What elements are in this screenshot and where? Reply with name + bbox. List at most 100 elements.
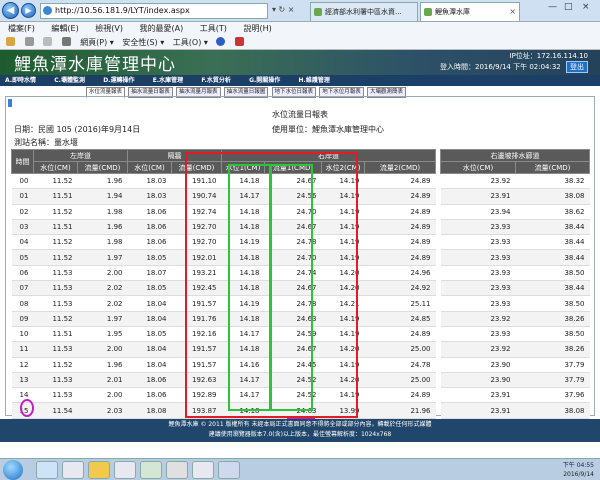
table-row: 00 11.52 1.96 18.03 191.10 14.18 24.67 14.19 24.… — [11, 173, 436, 190]
value-cell: 18.04 — [127, 341, 172, 358]
value-cell: 1.98 — [77, 204, 128, 220]
value-cell: 14.19 — [321, 204, 365, 220]
value-cell: 24.63 — [264, 402, 322, 419]
table-row: 23.93 38.44 — [440, 219, 590, 236]
tab-liyutan[interactable]: 鯉魚潭水庫 × — [420, 2, 520, 21]
report-date: 日期：民國 105 (2016)年9月14日 — [14, 125, 141, 134]
menu-favorites[interactable]: 我的最愛(A) — [140, 24, 184, 33]
table-row: 23.90 37.79 — [440, 372, 590, 389]
print-icon[interactable] — [61, 37, 72, 47]
value-cell: 24.74 — [264, 265, 322, 282]
hour-cell: 14 — [11, 387, 34, 404]
ie-taskbar-icon[interactable] — [36, 461, 58, 479]
menu-view[interactable]: 檢視(V) — [95, 24, 123, 33]
page-menu[interactable]: 網頁(P) ▾ — [80, 38, 114, 47]
logout-button[interactable]: 登出 — [566, 61, 588, 73]
back-button[interactable]: ◀ — [2, 2, 19, 19]
close-button[interactable]: × — [582, 2, 590, 12]
scroll-marker[interactable] — [8, 99, 12, 107]
app-taskbar-icon[interactable] — [114, 461, 136, 479]
main-nav: A.即時水情 C.壩體監測 D.運轉操作 E.水庫管理 F.水質分析 G.開關操… — [0, 75, 600, 86]
value-cell: 18.06 — [127, 234, 172, 251]
safety-menu[interactable]: 安全性(S) ▾ — [122, 38, 164, 47]
value-cell: 38.32 — [515, 173, 590, 190]
help-icon[interactable] — [216, 37, 226, 47]
hour-cell: 12 — [11, 357, 34, 373]
nav-switch[interactable]: G.開關操作 — [249, 75, 280, 86]
feeds-icon[interactable] — [24, 37, 35, 47]
value-cell: 23.93 — [440, 280, 516, 297]
value-cell: 11.52 — [33, 204, 78, 220]
hour-cell: 09 — [11, 311, 34, 327]
value-cell: 24.67 — [264, 173, 322, 190]
tab-favicon-icon — [424, 8, 432, 16]
table-row: 23.92 38.26 — [440, 311, 590, 327]
nav-maintenance[interactable]: H.維護管理 — [299, 75, 330, 86]
value-cell: 14.19 — [321, 357, 365, 373]
value-cell: 23.91 — [440, 387, 516, 404]
excel-taskbar-icon[interactable] — [140, 461, 162, 479]
nav-realtime[interactable]: A.即時水情 — [5, 75, 36, 86]
value-cell: 193.87 — [171, 402, 222, 419]
explorer-taskbar-icon[interactable] — [88, 461, 110, 479]
menu-file[interactable]: 檔案(F) — [8, 24, 35, 33]
menu-help[interactable]: 說明(H) — [243, 24, 271, 33]
group-header-row: 右邊坡排水廊道 — [440, 149, 590, 162]
value-cell: 11.51 — [33, 219, 78, 236]
address-controls[interactable]: ▾ ↻ × — [272, 3, 295, 19]
value-cell: 14.19 — [321, 387, 365, 404]
tools-menu[interactable]: 工具(O) ▾ — [173, 38, 208, 47]
word-taskbar-icon[interactable] — [218, 461, 240, 479]
value-cell: 11.52 — [33, 311, 78, 327]
hour-cell: 04 — [11, 234, 34, 251]
value-cell: 1.97 — [77, 249, 128, 266]
system-tray[interactable]: 下午 04:55 2016/9/14 — [563, 461, 594, 479]
nav-operation[interactable]: D.運轉操作 — [103, 75, 134, 86]
maximize-button[interactable]: □ — [564, 2, 573, 12]
address-bar[interactable]: http://10.56.181.9/LYT/index.aspx — [40, 3, 268, 19]
app2-taskbar-icon[interactable] — [166, 461, 188, 479]
menu-edit[interactable]: 編輯(E) — [51, 24, 78, 33]
value-cell: 11.53 — [33, 265, 78, 282]
value-cell: 14.18 — [221, 219, 265, 236]
nav-water-quality[interactable]: F.水質分析 — [201, 75, 231, 86]
value-cell: 37.96 — [515, 387, 590, 404]
value-cell: 11.54 — [33, 402, 78, 419]
value-cell: 23.93 — [440, 234, 516, 251]
value-cell: 18.04 — [127, 357, 172, 373]
value-cell: 14.21 — [321, 295, 365, 312]
value-cell: 192.70 — [171, 219, 222, 236]
value-cell: 24.59 — [264, 326, 322, 343]
table-row: 23.91 37.96 — [440, 387, 590, 404]
menu-tools[interactable]: 工具(T) — [200, 24, 227, 33]
minimize-button[interactable]: — — [548, 2, 557, 12]
col-header: 流量(CMD) — [171, 161, 222, 174]
value-cell: 11.53 — [33, 387, 78, 404]
forward-button[interactable]: ▶ — [21, 3, 36, 18]
value-cell: 38.44 — [515, 280, 590, 297]
tab-water-resources[interactable]: 經濟部水利署中區水資... — [310, 2, 418, 21]
drainage-table: 右邊坡排水廊道 水位(CM) 流量(CMD) 23.92 38.32 23.91 38… — [440, 149, 590, 419]
copyright-text: 鯉魚潭水庫 © 2011 版權所有 未經本局正式書面同意不得將全部或部分內容，轉… — [168, 421, 432, 428]
chrome-taskbar-icon[interactable] — [62, 461, 84, 479]
nav-dam-monitor[interactable]: C.壩體監測 — [54, 75, 85, 86]
nav-reservoir[interactable]: E.水庫管理 — [153, 75, 183, 86]
tab-label: 經濟部水利署中區水資... — [325, 8, 402, 16]
value-cell: 23.93 — [440, 219, 516, 236]
table-row: 23.93 38.50 — [440, 326, 590, 343]
left-bank-header: 左岸道 — [33, 149, 128, 162]
tab-close-icon[interactable]: × — [509, 3, 516, 21]
value-cell: 24.89 — [364, 188, 436, 205]
start-button[interactable] — [3, 460, 23, 480]
hour-cell: 08 — [11, 295, 34, 312]
addon-icon[interactable] — [235, 37, 245, 47]
home-icon[interactable] — [6, 37, 16, 47]
value-cell: 23.92 — [440, 311, 516, 327]
value-cell: 38.08 — [515, 188, 590, 205]
value-cell: 18.08 — [127, 402, 172, 419]
app3-taskbar-icon[interactable] — [192, 461, 214, 479]
value-cell: 38.44 — [515, 234, 590, 251]
hour-cell: 15 — [11, 402, 34, 419]
value-cell: 23.93 — [440, 249, 516, 266]
mail-icon[interactable] — [43, 37, 53, 47]
